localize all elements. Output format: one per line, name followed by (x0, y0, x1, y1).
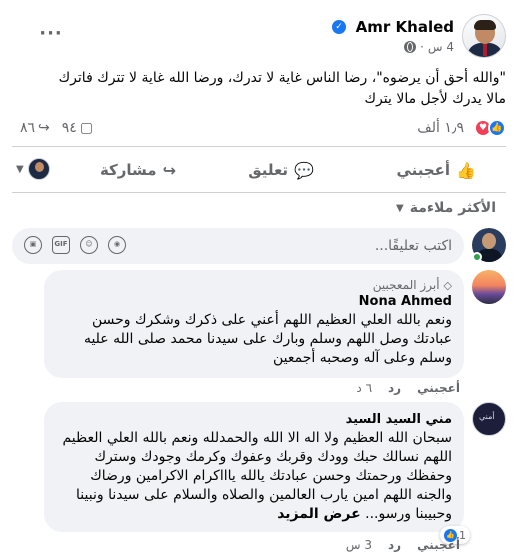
like-button[interactable]: 👍 أعجبني (396, 152, 476, 188)
shares-count: ٨٦ (20, 120, 36, 136)
comment-bubble: مني السيد السيد سبحان الله العظيم ولا ال… (44, 402, 464, 532)
post-text: "والله أحق أن يرضوه"، رضا الناس غاية لا … (12, 68, 506, 110)
comment-bubble: ◇ أبرز المعجبين Nona Ahmed ونعم بالله ال… (44, 270, 464, 378)
react-as-selector[interactable]: ▼ (16, 158, 50, 180)
share-icon: ↪ (162, 160, 176, 180)
like-label: أعجبني (396, 161, 451, 179)
composer-tools: ▣ GIF ☺ ◉ (24, 236, 126, 254)
commenter-avatar[interactable] (472, 270, 506, 304)
more-options-icon[interactable]: ··· (38, 25, 64, 46)
commenter-avatar[interactable] (472, 402, 506, 436)
comment-time[interactable]: ٦ د (356, 381, 372, 395)
see-more-link[interactable]: عرض المزيد (277, 506, 360, 522)
reactions-bar: 👍 ♥ ١٫٩ ألف ٨٦ ↪ ٩٤ ▢ (12, 116, 506, 140)
share-button[interactable]: ↪ مشاركة (100, 152, 176, 188)
comment-actions: أعجبني رد 3 س (346, 538, 460, 552)
comment-sort-dropdown[interactable]: الأكثر ملاءمة ▼ (396, 200, 496, 216)
post-time[interactable]: 4 س (428, 40, 454, 54)
reaction-count[interactable]: ١٫٩ ألف (417, 120, 464, 136)
diamond-icon: ◇ (443, 278, 452, 292)
comment-like-button[interactable]: أعجبني (417, 538, 460, 552)
comment-like-button[interactable]: أعجبني (417, 381, 460, 395)
post-header: Amr Khaled ✓ 4 س · ··· (12, 14, 506, 62)
reaction-icons[interactable]: 👍 ♥ (468, 119, 506, 137)
comment-time[interactable]: 3 س (346, 538, 372, 552)
like-reaction-icon: 👍 (488, 119, 506, 137)
divider (12, 146, 506, 147)
comment-item: ◇ أبرز المعجبين Nona Ahmed ونعم بالله ال… (12, 270, 506, 382)
comment-text: سبحان الله العظيم ولا اله الا الله والحم… (56, 429, 452, 524)
post-meta: 4 س · (404, 40, 454, 54)
share-label: مشاركة (99, 161, 157, 179)
comment-count-icon: ▢ (79, 120, 94, 136)
comment-composer: ▣ GIF ☺ ◉ (12, 228, 506, 264)
comment-icon: 💬 (294, 160, 314, 180)
author-name[interactable]: Amr Khaled (356, 18, 454, 36)
comment-label: تعليق (248, 161, 289, 179)
comment-actions: أعجبني رد ٦ د (356, 381, 460, 395)
comments-count: ٩٤ (61, 120, 77, 136)
globe-icon (404, 41, 417, 53)
thumbs-up-icon: 👍 (456, 160, 476, 180)
sort-label: الأكثر ملاءمة (409, 200, 496, 216)
share-count-icon: ↪ (38, 120, 50, 136)
action-bar: 👍 أعجبني 💬 تعليق ↪ مشاركة ▼ (12, 152, 506, 188)
comment-item: مني السيد السيد سبحان الله العظيم ولا ال… (12, 402, 506, 534)
post-text-line: "والله أحق أن يرضوه"، رضا الناس غاية لا … (58, 70, 506, 86)
engagement-counts: ٨٦ ↪ ٩٤ ▢ (20, 120, 93, 136)
online-status-icon (472, 252, 482, 262)
commenter-name[interactable]: Nona Ahmed (56, 294, 452, 309)
post-text-line: مالا يدرك لأجل مالا يترك (364, 91, 506, 107)
comment-reaction-number: 1 (459, 528, 466, 542)
divider (12, 192, 506, 193)
gif-icon[interactable]: GIF (52, 236, 70, 254)
comment-text: ونعم بالله العلي العظيم اللهم أعني على ذ… (83, 312, 452, 366)
comment-reply-button[interactable]: رد (388, 381, 401, 395)
chevron-down-icon: ▼ (396, 202, 404, 214)
sticker-icon[interactable]: ▣ (24, 236, 42, 254)
badge-label: أبرز المعجبين (372, 278, 440, 292)
comment-text-body: سبحان الله العظيم ولا اله الا الله والحم… (62, 430, 452, 522)
comment-reply-button[interactable]: رد (388, 538, 401, 552)
verified-badge-icon: ✓ (332, 20, 346, 34)
shares-count-item[interactable]: ٨٦ ↪ (20, 120, 50, 136)
post-card: Amr Khaled ✓ 4 س · ··· "والله أحق أن يرض… (0, 0, 518, 557)
comments-count-item[interactable]: ٩٤ ▢ (62, 120, 93, 136)
author-avatar[interactable] (462, 14, 506, 58)
top-fan-badge: ◇ أبرز المعجبين (56, 278, 452, 292)
camera-icon[interactable]: ◉ (108, 236, 126, 254)
page-avatar (27, 158, 50, 180)
chevron-down-icon: ▼ (16, 163, 24, 175)
commenter-name[interactable]: مني السيد السيد (56, 412, 452, 427)
emoji-icon[interactable]: ☺ (80, 236, 98, 254)
